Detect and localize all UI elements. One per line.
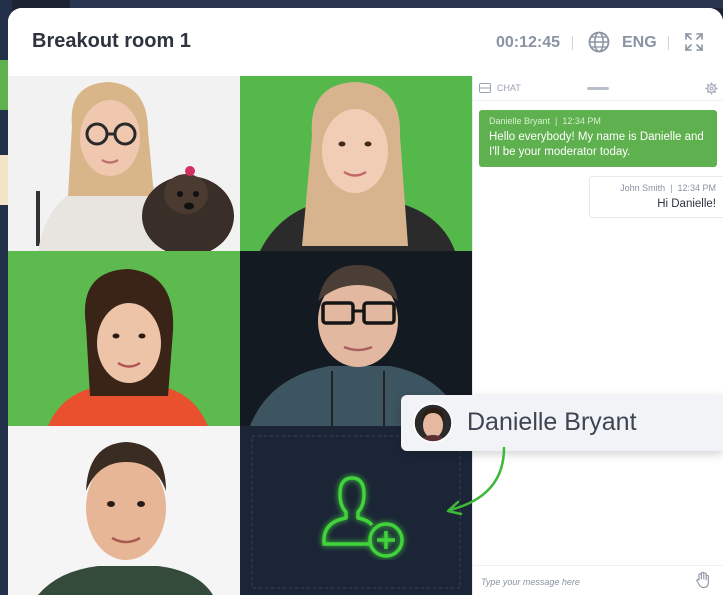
participant-video bbox=[8, 251, 240, 426]
message-meta: Danielle Bryant | 12:34 PM bbox=[489, 116, 601, 126]
participant-video bbox=[8, 76, 240, 251]
message-time: 12:34 PM bbox=[677, 183, 716, 193]
participant-video-tile[interactable] bbox=[240, 76, 472, 251]
message-sender: John Smith bbox=[620, 183, 666, 193]
room-header: Breakout room 1 00:12:45 ENG bbox=[8, 8, 723, 77]
chat-icon bbox=[479, 83, 491, 93]
chat-input-bar bbox=[473, 565, 723, 595]
message-text: Hello everybody! My name is Danielle and… bbox=[489, 131, 704, 158]
chat-message-incoming: Danielle Bryant | 12:34 PM Hello everybo… bbox=[479, 110, 717, 167]
participant-video-tile[interactable] bbox=[8, 76, 240, 251]
curved-arrow-icon bbox=[446, 446, 506, 516]
message-meta: John Smith | 12:34 PM bbox=[620, 183, 716, 193]
chat-header: CHAT bbox=[473, 76, 723, 101]
speaker-name: Danielle Bryant bbox=[467, 408, 637, 436]
globe-icon[interactable] bbox=[588, 31, 610, 53]
background-app-strip bbox=[70, 0, 723, 8]
add-participant-tile[interactable] bbox=[240, 426, 472, 595]
session-timer: 00:12:45 bbox=[496, 34, 561, 51]
participant-video-tile[interactable] bbox=[8, 251, 240, 426]
avatar bbox=[413, 403, 453, 443]
participant-video-tile[interactable] bbox=[8, 426, 240, 595]
drag-handle[interactable] bbox=[587, 87, 609, 90]
raise-hand-icon[interactable] bbox=[695, 571, 711, 589]
speaker-name-tag: Danielle Bryant bbox=[401, 395, 723, 451]
chat-message-input[interactable] bbox=[479, 572, 683, 592]
participant-video bbox=[240, 76, 472, 251]
language-selector[interactable]: ENG bbox=[622, 34, 657, 52]
header-divider bbox=[668, 36, 669, 50]
chat-message-outgoing: John Smith | 12:34 PM Hi Danielle! bbox=[589, 176, 723, 218]
participant-video bbox=[8, 426, 240, 595]
breakout-room-window: Breakout room 1 00:12:45 ENG CHAT Daniel… bbox=[8, 8, 723, 595]
header-divider bbox=[572, 36, 573, 50]
message-time: 12:34 PM bbox=[562, 116, 601, 126]
add-user-icon[interactable] bbox=[316, 470, 411, 560]
video-grid bbox=[8, 76, 472, 595]
fullscreen-icon[interactable] bbox=[684, 32, 704, 52]
gear-icon[interactable] bbox=[705, 82, 718, 95]
chat-label: CHAT bbox=[497, 83, 521, 93]
room-title: Breakout room 1 bbox=[32, 30, 191, 52]
message-text: Hi Danielle! bbox=[657, 198, 716, 210]
message-sender: Danielle Bryant bbox=[489, 116, 551, 126]
